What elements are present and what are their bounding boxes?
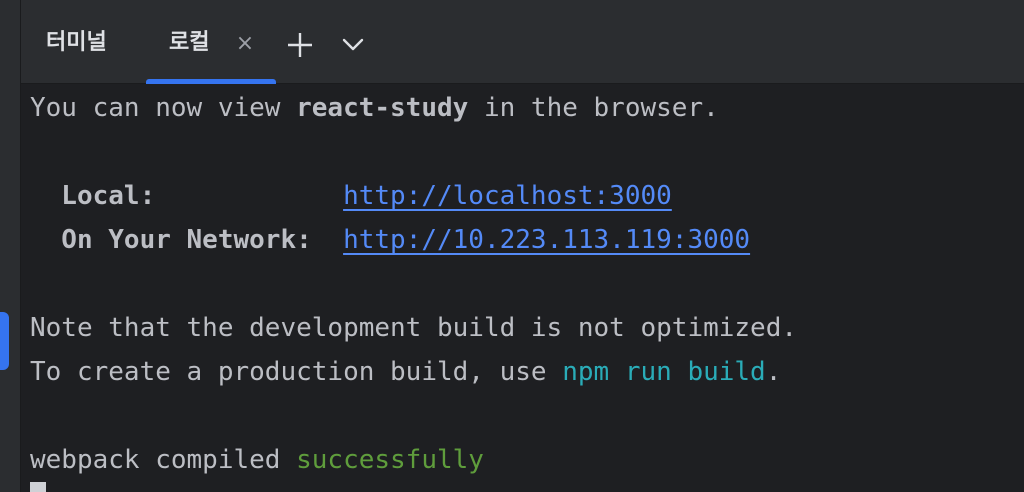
terminal-output[interactable]: You can now view react-study in the brow… [30,86,1020,492]
app-name: react-study [296,93,469,123]
terminal-line: On Your Network: http://10.223.113.119:3… [30,220,750,260]
terminal-text: webpack compiled [30,445,297,475]
build-command: npm run build [562,357,766,387]
network-url-link[interactable]: http://10.223.113.119:3000 [343,225,750,255]
active-tab-indicator [146,79,276,84]
terminal-line: You can now view react-study in the brow… [30,88,719,128]
local-label: Local: [30,181,344,211]
terminal-line: webpack compiled successfully [30,440,484,480]
local-url-link[interactable]: http://localhost:3000 [343,181,672,211]
terminal-text: Note that the development build is not o… [30,313,798,343]
terminal-window: 터미널 로컬 × You can now view react-study in… [0,0,1024,492]
tab-terminal-title: 터미널 [46,30,107,55]
network-label: On Your Network: [30,225,344,255]
terminal-line: Note that the development build is not o… [30,308,797,348]
terminal-line: Local: http://localhost:3000 [30,176,672,216]
terminal-text: in the browser. [468,93,719,123]
terminal-text: To create a production build, use [30,357,563,387]
left-gutter [0,0,21,492]
terminal-cursor [30,482,46,492]
chevron-down-icon[interactable] [339,30,367,58]
terminal-line: To create a production build, use npm ru… [30,352,781,392]
terminal-text: You can now view [30,93,297,123]
compile-status: successfully [296,445,484,475]
gutter-marker [0,312,9,370]
tab-bar: 터미널 로컬 × [21,0,1024,84]
tab-local[interactable]: 로컬 [169,28,209,58]
terminal-text: . [765,357,782,387]
close-icon[interactable]: × [233,32,257,56]
plus-icon[interactable] [285,30,315,60]
